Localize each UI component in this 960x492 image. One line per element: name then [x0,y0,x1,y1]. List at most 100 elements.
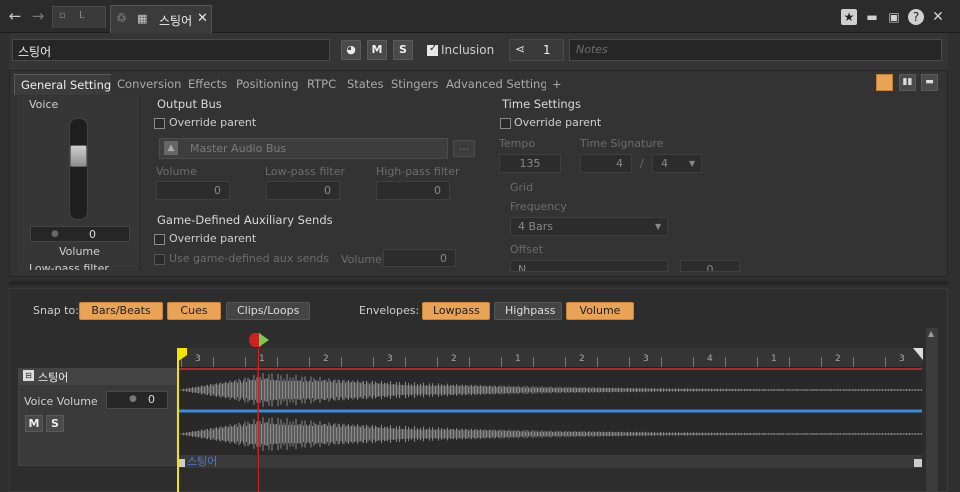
pin-icon[interactable]: ★ [841,9,857,25]
chevron-down-icon: ▼ [655,222,662,231]
tab-label: 스팅어 [159,14,193,28]
track-mute-button[interactable]: M [25,415,43,432]
layout-rows-icon[interactable]: ▬ [921,74,938,91]
inclusion-checkbox[interactable] [427,43,438,56]
forward-arrow-icon[interactable]: → [29,7,47,25]
notes-placeholder: Notes [576,43,608,56]
snap-clips-loops-button[interactable]: Clips/Loops [226,302,310,320]
close-tab-icon[interactable]: ✕ [197,11,208,26]
bus-icon: ▲ [164,141,178,155]
layout-columns-icon[interactable]: ▮▮ [899,74,916,91]
playhead-cursor [258,348,259,492]
output-bus-override-checkbox[interactable] [154,118,165,129]
tab-stingers[interactable]: Stingers [385,74,446,95]
offset-value: N [518,263,527,272]
tab-effects[interactable]: Effects [182,74,235,95]
envelope-highpass-button[interactable]: Highpass [494,302,562,320]
frequency-label: Frequency [510,200,567,213]
output-volume-label: Volume [156,165,197,178]
tab-type-icon: ▫ [59,10,66,21]
tab-rtpc[interactable]: RTPC [301,74,344,95]
inclusion-label: Inclusion [441,43,495,57]
time-override-checkbox[interactable] [500,118,511,129]
output-bus-title: Output Bus [157,97,222,111]
output-highpass-value: 0 [434,184,441,197]
save-icon[interactable]: ▣ [886,9,902,25]
ruler-label: 2 [323,354,329,364]
references-button[interactable]: ⋖ 1 [509,39,564,61]
collapse-icon[interactable]: ⊟ [23,370,34,381]
property-editor [9,70,948,277]
slider-grip-icon: ● [51,229,59,239]
close-window-icon[interactable]: ✕ [930,9,946,25]
mute-button[interactable]: M [367,40,387,60]
time-settings-title: Time Settings [502,97,581,111]
output-lowpass-input: 0 [266,181,340,200]
ruler-label: 1 [771,354,777,364]
ruler-label: 3 [899,354,905,364]
scroll-up-icon[interactable]: ▲ [928,329,934,338]
snap-cues-button[interactable]: Cues [167,302,221,320]
aux-sends-title: Game-Defined Auxiliary Sends [157,213,333,227]
tab-advanced-settings[interactable]: Advanced Settings [440,74,561,95]
recycle-icon: ♲ [116,11,127,25]
snap-bars-beats-button[interactable]: Bars/Beats [79,302,163,320]
splitter[interactable] [9,281,948,285]
voice-volume-input[interactable]: ● 0 [30,226,130,242]
voice-volume-slider-track[interactable] [69,118,88,220]
offset-number-input: 0 [680,260,740,272]
voice-volume-value: 0 [89,228,96,241]
previous-tab[interactable]: ▫ L [52,6,106,28]
envelopes-label: Envelopes: [359,304,420,317]
waveform-channel-right [178,417,922,451]
time-sig-numerator-value: 4 [616,157,623,170]
vertical-scrollbar[interactable]: ▲ [926,328,938,492]
voice-volume-slider-thumb[interactable] [70,145,87,167]
object-name-field[interactable]: 스팅어 [12,39,330,61]
tab-conversion[interactable]: Conversion [111,74,189,95]
track-name: 스팅어 [38,371,69,384]
ruler-label: 3 [195,354,201,364]
ruler-label: 1 [515,354,521,364]
ruler-label: 2 [835,354,841,364]
ruler-label: 2 [579,354,585,364]
layout-single-icon[interactable] [876,74,893,91]
output-lowpass-label: Low-pass filter [265,165,345,178]
waveform-channel-left [178,373,922,407]
object-name-value: 스팅어 [18,45,52,59]
tab-general-settings[interactable]: General Settings [14,74,125,95]
help-icon[interactable]: ? [908,9,924,25]
tab-positioning[interactable]: Positioning [230,74,306,95]
envelope-volume-button[interactable]: Volume [566,302,634,320]
back-arrow-icon[interactable]: ← [6,7,24,25]
envelope-lowpass-button[interactable]: Lowpass [422,302,490,320]
active-document-tab[interactable]: ♲ ▦ 스팅어 ✕ [110,5,212,33]
ruler-label: 4 [707,354,713,364]
frequency-dropdown: 4 Bars ▼ [510,217,668,236]
track-solo-button[interactable]: S [46,415,64,432]
clip-bar[interactable]: 스팅어 [177,455,922,468]
tempo-value: 135 [519,157,541,170]
tab-states[interactable]: States [341,74,391,95]
output-highpass-label: High-pass filter [376,165,460,178]
solo-button[interactable]: S [393,40,413,60]
offset-number-value: 0 [706,263,714,272]
voice-label: Voice [29,98,59,111]
time-sig-denominator: 4 ▼ [652,154,702,173]
clip-end-handle[interactable] [914,459,922,467]
ruler-label: 3 [387,354,393,364]
notes-field[interactable]: Notes [569,39,942,61]
ruler-ticks: 3 1 2 3 2 1 2 3 4 1 2 3 [177,348,922,368]
tab-add[interactable]: + [546,74,568,95]
output-bus-selector: ▲ Master Audio Bus [159,138,448,159]
folder-icon[interactable]: ▬ [864,9,880,25]
color-palette-button[interactable]: ◕ [341,40,361,60]
output-volume-input: 0 [156,181,230,200]
use-game-aux-checkbox [154,254,165,265]
offset-dropdown: N [510,260,668,272]
grid-label: Grid [510,181,534,194]
aux-override-checkbox[interactable] [154,234,165,245]
track-voice-volume-input[interactable]: ● 0 [106,391,168,409]
palette-icon: ◕ [346,43,356,56]
share-icon: ⋖ [515,42,526,56]
